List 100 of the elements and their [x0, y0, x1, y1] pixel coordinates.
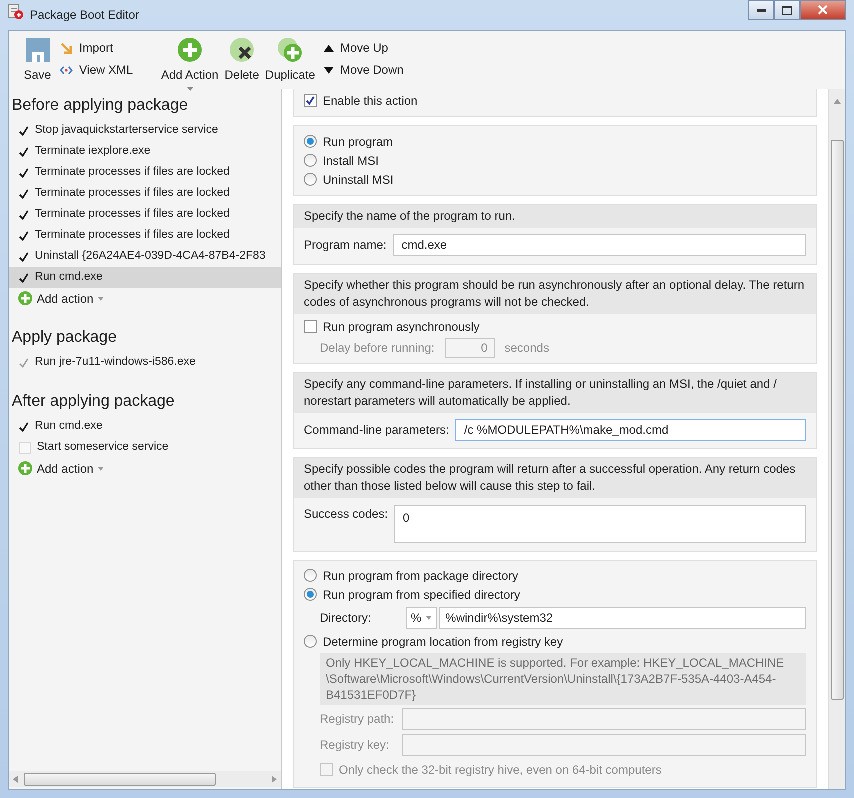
parameters-field[interactable]: /c %MODULEPATH%\make_mod.cmd [455, 419, 806, 441]
field-label: Success codes: [304, 506, 388, 523]
checkbox[interactable] [304, 320, 317, 333]
section-heading: Specify any command-line parameters. If installing or uninstalling an MSI, the /quiet and / norestart parameters will automatically be applied. [294, 373, 816, 413]
close-icon [818, 5, 828, 15]
radio-label: Install MSI [323, 152, 380, 170]
field-label: Directory: [320, 610, 372, 627]
field-label: Registry key: [320, 737, 390, 754]
left-arrow-icon[interactable] [13, 776, 18, 782]
add-icon [18, 461, 33, 476]
duplicate-icon [277, 37, 304, 63]
delete-icon [229, 37, 256, 63]
success-codes-field[interactable]: 0 [394, 505, 806, 543]
caret-icon [186, 87, 194, 91]
checkbox[interactable] [320, 763, 333, 776]
group-heading: Before applying package [11, 96, 190, 116]
window-title: Package Boot Editor [30, 7, 140, 24]
check-icon [19, 358, 29, 368]
caret-icon [98, 466, 104, 470]
program-name-field[interactable]: cmd.exe [392, 234, 806, 256]
right-arrow-icon[interactable] [272, 776, 277, 782]
import-button[interactable]: Import [60, 37, 158, 59]
duplicate-button[interactable]: Duplicate [262, 37, 318, 84]
action-item[interactable]: Run cmd.exe [9, 267, 281, 288]
check-icon [19, 188, 29, 198]
radio-button[interactable] [304, 173, 317, 186]
unit-label: seconds [504, 340, 550, 357]
prefix-dropdown[interactable]: % [406, 607, 437, 629]
caret-icon [98, 296, 104, 300]
action-item[interactable]: Terminate iexplore.exe [9, 141, 281, 162]
check-icon [19, 422, 29, 432]
caret-icon [426, 616, 432, 620]
checkbox[interactable] [304, 94, 317, 107]
action-item[interactable]: Terminate processes if files are locked [9, 183, 281, 204]
check-icon [19, 210, 29, 220]
save-button[interactable]: Save [21, 37, 54, 84]
minimize-button[interactable] [748, 0, 774, 20]
section-heading: Specify possible codes the program will return after a successful operation. Any return codes other than those listed below will cause this step to fail. [294, 458, 816, 498]
radio-label: Run program from package directory [323, 568, 518, 584]
action-item[interactable]: Start someservice service [9, 437, 281, 458]
radio-label: Run program from specified directory [323, 586, 520, 604]
action-item[interactable]: Stop javaquickstarterservice service [9, 120, 281, 141]
horizontal-scrollbar[interactable] [9, 771, 281, 787]
field-label: Program name: [304, 237, 387, 254]
add-action-button[interactable]: Add action [9, 288, 110, 309]
radio-button[interactable] [304, 135, 317, 148]
move-down-button[interactable]: Move Down [324, 59, 404, 81]
registry-note: Only HKEY_LOCAL_MACHINE is supported. For example: HKEY_LOCAL_MACHINE \Software\Microsoft\Windows\CurrentVersion\Uninstall\{173A2B7F-535A-4403-A454-B41531EF0D7F} [320, 653, 806, 705]
arrow-icon [60, 42, 74, 54]
app-icon [8, 4, 24, 20]
action-item[interactable]: Terminate processes if files are locked [9, 225, 281, 246]
action-item[interactable]: Run cmd.exe [9, 416, 281, 437]
code-icon [60, 66, 74, 74]
empty-checkbox-icon [19, 442, 31, 454]
radio-label: Run program [323, 134, 394, 150]
check-icon [19, 126, 29, 136]
field-label: Delay before running: [320, 340, 435, 357]
up-triangle-icon [324, 44, 334, 52]
radio-button[interactable] [304, 569, 317, 582]
checkbox-label: Only check the 32-bit registry hive, even on 64-bit computers [339, 762, 662, 778]
section-heading: Specify the name of the program to run. [294, 205, 816, 228]
maximize-button[interactable] [774, 0, 800, 20]
checkbox-label: Run program asynchronously [323, 318, 480, 336]
action-item[interactable]: Terminate processes if files are locked [9, 162, 281, 183]
action-item[interactable]: Run jre-7u11-windows-i586.exe [9, 352, 281, 373]
group-heading: After applying package [11, 392, 176, 412]
action-item[interactable]: Uninstall {26A24AE4-039D-4CA4-87B4-2F83 [9, 246, 281, 267]
radio-button[interactable] [304, 635, 317, 648]
check-icon [19, 252, 29, 262]
checkbox-label: Enable this action [323, 92, 418, 110]
check-icon [19, 168, 29, 178]
maximize-icon [782, 6, 792, 14]
directory-field[interactable]: %windir%\system32 [438, 607, 806, 629]
check-icon [306, 96, 315, 105]
minimize-icon [756, 8, 766, 12]
radio-label: Uninstall MSI [323, 172, 394, 188]
radio-button[interactable] [304, 588, 317, 601]
vertical-scrollbar[interactable] [828, 89, 845, 789]
add-action-button[interactable]: Add Action [158, 37, 222, 91]
group-heading: Apply package [11, 328, 118, 348]
check-icon [19, 272, 29, 282]
action-item[interactable]: Terminate processes if files are locked [9, 204, 281, 225]
radio-label: Determine program location from registry key [323, 634, 564, 650]
field-label: Registry path: [320, 711, 396, 728]
add-icon [177, 37, 204, 63]
view-xml-button[interactable]: View XML [60, 59, 158, 81]
radio-button[interactable] [304, 154, 317, 167]
down-triangle-icon [324, 66, 334, 74]
check-icon [19, 230, 29, 240]
up-arrow-icon[interactable] [834, 99, 840, 104]
add-icon [18, 291, 33, 306]
registry-path-field[interactable] [402, 708, 806, 730]
registry-key-field[interactable] [402, 734, 806, 756]
section-heading: Specify whether this program should be run asynchronously after an optional delay. The return codes of asynchronous programs will not be checked. [294, 274, 816, 314]
move-up-button[interactable]: Move Up [324, 37, 404, 59]
add-action-button[interactable]: Add action [9, 458, 110, 479]
delete-button[interactable]: Delete [222, 37, 262, 84]
field-label: Command-line parameters: [304, 422, 450, 439]
close-button[interactable] [800, 0, 846, 20]
check-icon [19, 146, 29, 156]
